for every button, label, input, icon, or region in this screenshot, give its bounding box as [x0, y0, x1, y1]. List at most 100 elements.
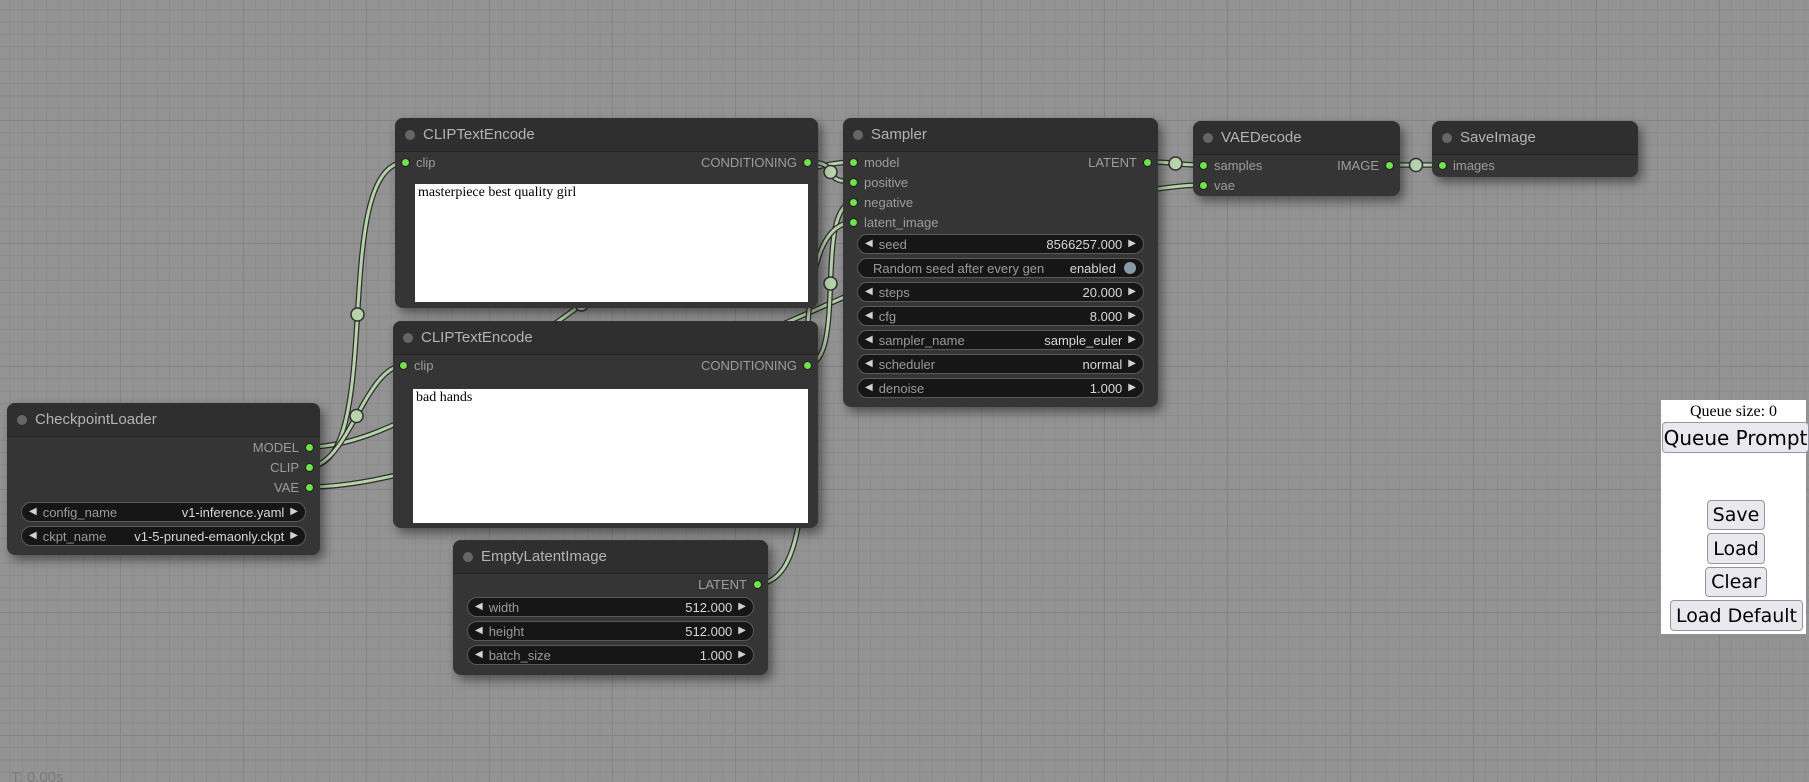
decrement-arrow-icon[interactable]: ◀ — [475, 650, 483, 660]
load-default-button[interactable]: Load Default — [1670, 600, 1803, 631]
widget-value: v1-inference.yaml — [182, 505, 285, 520]
node-title-label: SaveImage — [1460, 129, 1536, 146]
slot-row: negative — [843, 192, 1158, 212]
input-slot-dot[interactable] — [1199, 161, 1208, 170]
widget-value: 8566257.000 — [1046, 237, 1122, 252]
output-slot-dot[interactable] — [1143, 158, 1152, 167]
decrement-arrow-icon[interactable]: ◀ — [865, 335, 873, 345]
node-title-bar[interactable]: Sampler — [843, 118, 1158, 152]
node-graph-canvas[interactable]: T: 0.00s Queue size: 0 Queue Prompt Save… — [0, 0, 1809, 782]
node-title-bar[interactable]: CLIPTextEncode — [393, 321, 818, 355]
increment-arrow-icon[interactable]: ▶ — [738, 626, 746, 636]
decrement-arrow-icon[interactable]: ◀ — [29, 531, 37, 541]
widget-value: 512.000 — [685, 600, 732, 615]
widget-label: batch_size — [489, 648, 551, 663]
output-slot-dot[interactable] — [1385, 161, 1394, 170]
node-checkpoint-loader[interactable]: CheckpointLoaderMODELCLIPVAE◀config_name… — [7, 403, 320, 555]
increment-arrow-icon[interactable]: ▶ — [1128, 335, 1136, 345]
toggle-on-dot[interactable] — [1124, 262, 1136, 274]
input-slot-dot[interactable] — [849, 198, 858, 207]
output-slot-dot[interactable] — [803, 361, 812, 370]
value-widget-ckpt-name[interactable]: ◀ckpt_namev1-5-pruned-emaonly.ckpt▶ — [21, 526, 306, 546]
save-button[interactable]: Save — [1707, 500, 1765, 530]
increment-arrow-icon[interactable]: ▶ — [290, 507, 298, 517]
output-slot-label: IMAGE — [1337, 158, 1379, 173]
output-slot-dot[interactable] — [753, 580, 762, 589]
increment-arrow-icon[interactable]: ▶ — [1128, 287, 1136, 297]
output-slot-dot[interactable] — [305, 483, 314, 492]
node-save-image[interactable]: SaveImage images — [1432, 121, 1638, 177]
increment-arrow-icon[interactable]: ▶ — [738, 602, 746, 612]
collapse-dot-icon[interactable] — [403, 333, 413, 343]
decrement-arrow-icon[interactable]: ◀ — [475, 626, 483, 636]
input-slot-dot[interactable] — [1199, 181, 1208, 190]
increment-arrow-icon[interactable]: ▶ — [1128, 359, 1136, 369]
collapse-dot-icon[interactable] — [405, 130, 415, 140]
node-title-bar[interactable]: CLIPTextEncode — [395, 118, 818, 152]
decrement-arrow-icon[interactable]: ◀ — [29, 507, 37, 517]
input-slot-dot[interactable] — [1438, 161, 1447, 170]
node-title-bar[interactable]: EmptyLatentImage — [453, 540, 768, 574]
decrement-arrow-icon[interactable]: ◀ — [865, 359, 873, 369]
node-vae-decode[interactable]: VAEDecode samples IMAGE vae — [1193, 121, 1400, 196]
input-slot-dot[interactable] — [401, 158, 410, 167]
value-widget-sampler-name[interactable]: ◀sampler_namesample_euler▶ — [857, 330, 1144, 350]
increment-arrow-icon[interactable]: ▶ — [1128, 383, 1136, 393]
output-slot: LATENT — [1088, 155, 1152, 170]
widget-label: sampler_name — [879, 333, 965, 348]
output-slot-dot[interactable] — [305, 443, 314, 452]
input-slot-dot[interactable] — [849, 178, 858, 187]
output-slot-dot[interactable] — [803, 158, 812, 167]
node-empty-latent-image[interactable]: EmptyLatentImageLATENT◀width512.000▶◀hei… — [453, 540, 768, 675]
node-sampler[interactable]: SamplermodelLATENTpositivenegativelatent… — [843, 118, 1158, 407]
output-slot-dot[interactable] — [305, 463, 314, 472]
node-title-bar[interactable]: CheckpointLoader — [7, 403, 320, 437]
link-center-dot — [1169, 157, 1182, 170]
prompt-text-input[interactable] — [415, 184, 808, 302]
node-clip-text-encode-negative[interactable]: CLIPTextEncodeclipCONDITIONING — [393, 321, 818, 528]
input-slot: clip — [401, 155, 436, 170]
collapse-dot-icon[interactable] — [1442, 133, 1452, 143]
decrement-arrow-icon[interactable]: ◀ — [865, 311, 873, 321]
prompt-text-input[interactable] — [413, 389, 808, 523]
input-slot: samples — [1199, 158, 1262, 173]
execution-time-status: T: 0.00s — [11, 769, 64, 782]
value-widget-config-name[interactable]: ◀ config_name v1-inference.yaml ▶ — [21, 502, 306, 522]
input-slot-dot[interactable] — [849, 218, 858, 227]
toggle-widget-random-seed-after-every-gen[interactable]: Random seed after every genenabled — [857, 258, 1144, 278]
input-slot-label: vae — [1214, 178, 1235, 193]
input-slot: images — [1438, 158, 1495, 173]
value-widget-steps[interactable]: ◀steps20.000▶ — [857, 282, 1144, 302]
value-widget-width[interactable]: ◀width512.000▶ — [467, 597, 754, 617]
queue-prompt-button[interactable]: Queue Prompt — [1662, 422, 1809, 453]
decrement-arrow-icon[interactable]: ◀ — [865, 383, 873, 393]
decrement-arrow-icon[interactable]: ◀ — [475, 602, 483, 612]
value-widget-scheduler[interactable]: ◀schedulernormal▶ — [857, 354, 1144, 374]
increment-arrow-icon[interactable]: ▶ — [1128, 311, 1136, 321]
collapse-dot-icon[interactable] — [17, 415, 27, 425]
input-slot-dot[interactable] — [399, 361, 408, 370]
collapse-dot-icon[interactable] — [853, 130, 863, 140]
node-title-bar[interactable]: VAEDecode — [1193, 121, 1400, 155]
output-slot: IMAGE — [1337, 158, 1394, 173]
decrement-arrow-icon[interactable]: ◀ — [865, 239, 873, 249]
slot-row: LATENT — [453, 574, 768, 594]
value-widget-height[interactable]: ◀height512.000▶ — [467, 621, 754, 641]
widget-label: config_name — [43, 505, 117, 520]
value-widget-batch-size[interactable]: ◀batch_size1.000▶ — [467, 645, 754, 665]
clear-button[interactable]: Clear — [1705, 567, 1767, 597]
increment-arrow-icon[interactable]: ▶ — [1128, 239, 1136, 249]
decrement-arrow-icon[interactable]: ◀ — [865, 287, 873, 297]
value-widget-cfg[interactable]: ◀cfg8.000▶ — [857, 306, 1144, 326]
value-widget-denoise[interactable]: ◀denoise1.000▶ — [857, 378, 1144, 398]
node-title-bar[interactable]: SaveImage — [1432, 121, 1638, 155]
load-button[interactable]: Load — [1707, 533, 1765, 564]
collapse-dot-icon[interactable] — [1203, 133, 1213, 143]
collapse-dot-icon[interactable] — [463, 552, 473, 562]
increment-arrow-icon[interactable]: ▶ — [738, 650, 746, 660]
increment-arrow-icon[interactable]: ▶ — [290, 531, 298, 541]
slot-row: modelLATENT — [843, 152, 1158, 172]
value-widget-seed[interactable]: ◀seed8566257.000▶ — [857, 234, 1144, 254]
input-slot-dot[interactable] — [849, 158, 858, 167]
node-clip-text-encode-positive[interactable]: CLIPTextEncodeclipCONDITIONING — [395, 118, 818, 308]
